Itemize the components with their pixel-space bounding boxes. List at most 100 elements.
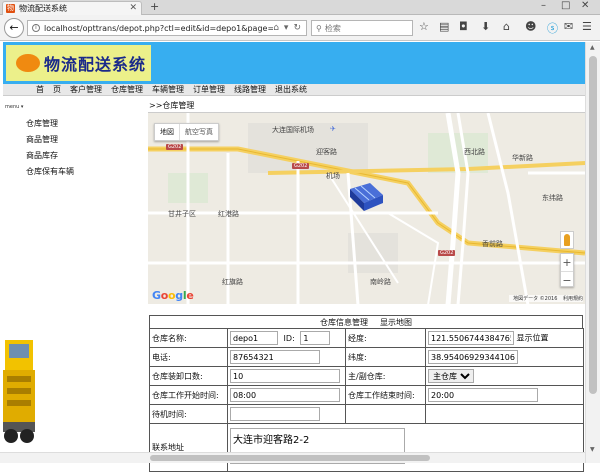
map-data-credit: 地図データ ©2016: [513, 296, 558, 302]
sidebar-item-vehicles[interactable]: 仓库保有车辆: [3, 164, 143, 180]
skype-icon[interactable]: ⓢ: [547, 20, 558, 36]
latitude-input[interactable]: [428, 350, 518, 364]
phone-label: 电话:: [149, 347, 228, 367]
search-box[interactable]: ⚲: [311, 20, 413, 36]
dock-count-input[interactable]: [230, 369, 340, 383]
wait-time-label: 待机时间:: [149, 404, 228, 424]
menu-item-warehouse[interactable]: 仓库管理: [111, 84, 143, 95]
id-input[interactable]: [300, 331, 331, 345]
map-shield-g202-c: G202: [438, 250, 456, 256]
pocket-icon[interactable]: ◘: [459, 20, 468, 33]
home-icon[interactable]: ⌂: [503, 20, 510, 33]
map-type-map-button[interactable]: 地図: [155, 124, 179, 140]
end-time-input[interactable]: [428, 388, 538, 402]
form-title: 仓库信息管理: [320, 317, 368, 327]
horizontal-scroll-thumb[interactable]: [150, 455, 430, 461]
address-label: 联系地址: [149, 423, 228, 472]
search-input[interactable]: [324, 23, 405, 33]
hamburger-menu-icon[interactable]: ☰: [582, 20, 592, 33]
close-window-icon[interactable]: ✕: [581, 0, 589, 11]
back-button[interactable]: ←: [4, 18, 24, 38]
menu-item-home-2[interactable]: 页: [53, 84, 61, 95]
map-label-nanling: 南岭路: [370, 278, 391, 286]
name-input[interactable]: [230, 331, 278, 345]
url-text[interactable]: localhost/opttrans/depot.php?ctl=edit&id…: [44, 24, 273, 33]
browser-tab[interactable]: 物 物流配送系统 ✕: [2, 1, 142, 15]
map-label-jichang: 机场: [326, 172, 340, 180]
dropdown-icon[interactable]: ▾: [284, 23, 289, 33]
menu-item-customers[interactable]: 客户管理: [70, 84, 102, 95]
phone-input[interactable]: [230, 350, 320, 364]
info-icon[interactable]: i: [32, 24, 40, 32]
map-label-xinqu: 西北路: [464, 148, 485, 156]
menu-item-vehicles[interactable]: 车辆管理: [152, 84, 184, 95]
tab-close-icon[interactable]: ✕: [129, 3, 137, 13]
back-arrow-icon: ←: [9, 21, 19, 34]
map-type-satellite-button[interactable]: 航空写真: [179, 124, 218, 140]
map-roads: [148, 113, 585, 304]
sidebar-item-warehouse[interactable]: 仓库管理: [3, 116, 143, 132]
wait-time-input[interactable]: [230, 407, 320, 421]
map-shield-g202-a: G202: [166, 144, 184, 150]
browser-tab-bar: 物 物流配送系统 ✕ + – □ ✕: [0, 0, 600, 15]
map-label-dongfeng: 东纬路: [542, 194, 563, 202]
sidebar-menu-label[interactable]: menu ▾: [5, 104, 23, 110]
form-row-dock: 仓库装卸口数: 主/副仓库: 主仓库: [149, 366, 584, 386]
warehouse-type-select[interactable]: 主仓库: [428, 369, 474, 383]
form-caption: 仓库信息管理 显示地图: [149, 315, 583, 328]
start-time-input[interactable]: [230, 388, 340, 402]
map-shield-g202-b: G202: [292, 163, 310, 169]
new-tab-button[interactable]: +: [150, 0, 159, 13]
map-terms-link[interactable]: 利用規約: [563, 296, 583, 302]
map-footer: 地図データ ©2016 利用規約: [509, 295, 583, 302]
map-label-ganjingzi: 甘井子区: [168, 210, 196, 218]
name-label: 仓库名称:: [149, 328, 228, 348]
show-map-link[interactable]: 显示地图: [380, 317, 412, 328]
vertical-scroll-thumb[interactable]: [589, 56, 597, 394]
menu-item-routes[interactable]: 线路管理: [234, 84, 266, 95]
id-label: ID:: [283, 333, 295, 343]
scroll-up-icon[interactable]: ▲: [590, 44, 595, 51]
download-icon[interactable]: ⬇: [481, 20, 490, 33]
map-label-honggang: 红港路: [218, 210, 239, 218]
warehouse-form: 仓库名称: ID: 经度: 显示位置 电话: 纬度: 仓库装卸口数: 主/副仓库…: [149, 328, 584, 472]
longitude-label: 经度:: [345, 328, 426, 348]
form-row-address: 联系地址 大连市迎客路2-2: [149, 423, 584, 472]
reading-list-icon[interactable]: ▤: [439, 20, 449, 33]
menu-item-orders[interactable]: 订单管理: [193, 84, 225, 95]
warehouse-type-label: 主/副仓库:: [345, 366, 426, 386]
chat-icon[interactable]: ☻: [525, 20, 536, 33]
zoom-in-button[interactable]: +: [561, 254, 573, 271]
scroll-down-icon[interactable]: ▼: [590, 446, 595, 453]
breadcrumb: >>仓库管理: [149, 101, 195, 110]
zoom-out-button[interactable]: −: [561, 271, 573, 288]
google-map[interactable]: 地図 航空写真 大连国际机场 ✈ G202 G202 G202 机场 迎客路 甘…: [148, 112, 585, 304]
horizontal-scrollbar[interactable]: [0, 452, 585, 463]
site-favicon-icon: 物: [6, 4, 15, 13]
map-label-honghui: 红旗路: [222, 278, 243, 286]
extension-icon[interactable]: ✉: [564, 20, 573, 33]
maximize-icon[interactable]: □: [561, 0, 570, 11]
sidebar-item-stock[interactable]: 商品库存: [3, 148, 143, 164]
search-icon: ⚲: [316, 23, 322, 33]
sidebar: 仓库管理 商品管理 商品库存 仓库保有车辆: [3, 116, 143, 180]
show-position-link[interactable]: 显示位置: [517, 334, 549, 343]
bookmark-star-icon[interactable]: ☆: [419, 20, 429, 33]
logo-ball-icon: [16, 54, 40, 72]
site-logo: 物流配送系统: [6, 45, 151, 81]
form-row-hours: 仓库工作开始时间: 仓库工作结束时间:: [149, 385, 584, 405]
longitude-input[interactable]: [428, 331, 514, 345]
dock-count-label: 仓库装卸口数:: [149, 366, 228, 386]
logo-text: 物流配送系统: [44, 55, 147, 74]
menu-item-logout[interactable]: 退出系统: [275, 84, 307, 95]
reload-icon[interactable]: ↻: [293, 23, 301, 33]
vertical-scrollbar[interactable]: ▲ ▼: [585, 42, 600, 463]
street-view-pegman[interactable]: [560, 231, 574, 249]
minimize-icon[interactable]: –: [541, 0, 546, 11]
sidebar-item-goods[interactable]: 商品管理: [3, 132, 143, 148]
end-time-label: 仓库工作结束时间:: [345, 385, 426, 405]
menu-item-home-1[interactable]: 首: [36, 84, 44, 95]
start-time-label: 仓库工作开始时间:: [149, 385, 228, 405]
address-bar[interactable]: i localhost/opttrans/depot.php?ctl=edit&…: [27, 20, 307, 36]
bookmark-page-icon[interactable]: ⌂: [273, 23, 279, 33]
